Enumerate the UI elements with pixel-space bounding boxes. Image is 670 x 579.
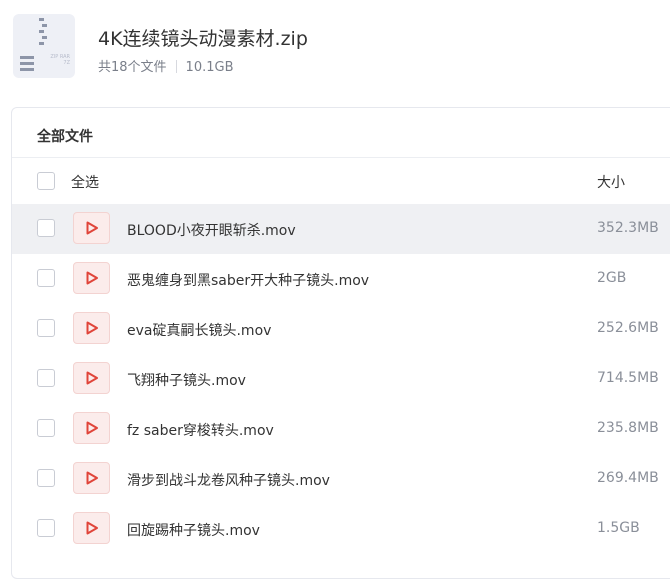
file-size: 235.8MB [597, 420, 659, 436]
file-row[interactable]: fz saber穿梭转头.mov 235.8MB [12, 404, 670, 454]
archive-title: 4K连续镜头动漫素材.zip [98, 28, 308, 50]
file-row[interactable]: 滑步到战斗龙卷风种子镜头.mov 269.4MB [12, 454, 670, 504]
file-size: 252.6MB [597, 320, 659, 336]
file-name[interactable]: 飞翔种子镜头.mov [127, 370, 246, 390]
file-name[interactable]: fz saber穿梭转头.mov [127, 420, 274, 440]
row-checkbox[interactable] [37, 419, 55, 437]
video-file-icon [73, 212, 110, 244]
row-checkbox[interactable] [37, 219, 55, 237]
all-files-heading: 全部文件 [37, 129, 93, 145]
total-size: 10.1GB [185, 60, 234, 75]
video-file-icon [73, 362, 110, 394]
file-size: 1.5GB [597, 520, 640, 536]
row-checkbox[interactable] [37, 519, 55, 537]
size-column-header: 大小 [597, 175, 625, 191]
video-file-icon [73, 262, 110, 294]
file-name[interactable]: 滑步到战斗龙卷风种子镜头.mov [127, 470, 330, 490]
file-size: 2GB [597, 270, 627, 286]
panel-header: 全部文件 [12, 108, 670, 158]
file-row[interactable]: eva碇真嗣长镜头.mov 252.6MB [12, 304, 670, 354]
file-count: 共18个文件 [98, 60, 167, 75]
select-all-checkbox[interactable] [37, 172, 55, 190]
row-checkbox[interactable] [37, 269, 55, 287]
row-checkbox[interactable] [37, 469, 55, 487]
file-name[interactable]: BLOOD小夜开眼斩杀.mov [127, 220, 296, 240]
file-row[interactable]: 回旋踢种子镜头.mov 1.5GB [12, 504, 670, 554]
file-name[interactable]: 恶鬼缠身到黑saber开大种子镜头.mov [127, 270, 369, 290]
file-list-panel: 全部文件 全选 大小 BLOOD小夜开眼斩杀.mov 352.3MB 恶鬼缠身到… [11, 107, 670, 579]
file-name[interactable]: 回旋踢种子镜头.mov [127, 520, 260, 540]
video-file-icon [73, 312, 110, 344]
list-header: 全选 大小 [12, 158, 670, 204]
file-row[interactable]: 飞翔种子镜头.mov 714.5MB [12, 354, 670, 404]
zip-file-icon: ZIP RAR 7Z [13, 14, 75, 78]
archive-meta: 共18个文件 10.1GB [98, 56, 233, 75]
meta-divider [175, 60, 177, 73]
row-checkbox[interactable] [37, 369, 55, 387]
file-size: 269.4MB [597, 470, 659, 486]
video-file-icon [73, 462, 110, 494]
select-all-label[interactable]: 全选 [71, 172, 99, 192]
file-size: 352.3MB [597, 220, 659, 236]
file-row[interactable]: BLOOD小夜开眼斩杀.mov 352.3MB [12, 204, 670, 254]
video-file-icon [73, 512, 110, 544]
file-row[interactable]: 恶鬼缠身到黑saber开大种子镜头.mov 2GB [12, 254, 670, 304]
file-size: 714.5MB [597, 370, 659, 386]
video-file-icon [73, 412, 110, 444]
file-name[interactable]: eva碇真嗣长镜头.mov [127, 320, 271, 340]
row-checkbox[interactable] [37, 319, 55, 337]
